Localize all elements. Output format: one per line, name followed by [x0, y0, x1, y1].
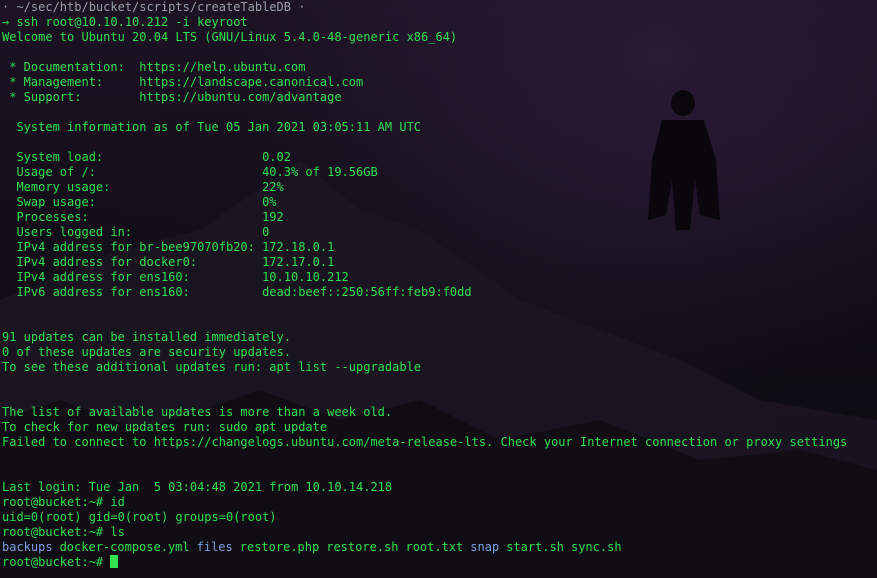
terminal-line: → ssh root@10.10.10.212 -i keyroot — [2, 15, 248, 29]
ls-file: start.sh — [506, 540, 564, 554]
terminal-line: Failed to connect to https://changelogs.… — [2, 435, 848, 449]
cursor — [110, 555, 119, 568]
terminal-line: * Support: https://ubuntu.com/advantage — [2, 90, 342, 104]
ls-file: restore.php — [239, 540, 320, 554]
terminal-line: System load: 0.02 — [2, 150, 291, 164]
ls-file: docker-compose.yml — [59, 540, 190, 554]
terminal-line: Processes: 192 — [2, 210, 284, 224]
terminal-line: root@bucket:~# ls — [2, 525, 125, 539]
terminal-line: IPv4 address for br-bee97070fb20: 172.18… — [2, 240, 335, 254]
ls-directory: files — [196, 540, 233, 554]
terminal-line: root@bucket:~# id — [2, 495, 125, 509]
terminal-line: Users logged in: 0 — [2, 225, 270, 239]
terminal-line: IPv4 address for ens160: 10.10.10.212 — [2, 270, 349, 284]
terminal-line: System information as of Tue 05 Jan 2021… — [2, 120, 422, 134]
output-lines: → ssh root@10.10.10.212 -i keyroot Welcom… — [2, 15, 847, 540]
ls-directory: backups — [2, 540, 53, 554]
terminal-line: To check for new updates run: sudo apt u… — [2, 420, 328, 434]
prompt-line[interactable]: root@bucket:~# — [2, 555, 847, 570]
terminal-line: Welcome to Ubuntu 20.04 LTS (GNU/Linux 5… — [2, 30, 458, 44]
terminal-line: * Management: https://landscape.canonica… — [2, 75, 364, 89]
terminal-line: Last login: Tue Jan 5 03:04:48 2021 from… — [2, 480, 393, 494]
terminal-line: * Documentation: https://help.ubuntu.com — [2, 60, 306, 74]
terminal-output[interactable]: · ~/sec/htb/bucket/scripts/createTableDB… — [2, 0, 847, 570]
terminal-line: To see these additional updates run: apt… — [2, 360, 422, 374]
terminal-line: 91 updates can be installed immediately. — [2, 330, 291, 344]
ls-output-line: backups docker-compose.yml files restore.ph… — [2, 540, 847, 555]
ls-file: sync.sh — [570, 540, 622, 554]
terminal-window[interactable]: · ~/sec/htb/bucket/scripts/createTableDB… — [0, 0, 877, 578]
ls-file: root.txt — [405, 540, 464, 554]
prompt-text: root@bucket:~# — [2, 555, 104, 569]
terminal-line: IPv6 address for ens160: dead:beef::250:… — [2, 285, 472, 299]
terminal-line: Usage of /: 40.3% of 19.56GB — [2, 165, 378, 179]
terminal-line: Memory usage: 22% — [2, 180, 284, 194]
terminal-line: The list of available updates is more th… — [2, 405, 393, 419]
terminal-line: 0 of these updates are security updates. — [2, 345, 291, 359]
terminal-line: Swap usage: 0% — [2, 195, 277, 209]
ls-file: restore.sh — [326, 540, 399, 554]
terminal-line: uid=0(root) gid=0(root) groups=0(root) — [2, 510, 277, 524]
title-line: · ~/sec/htb/bucket/scripts/createTableDB… — [2, 0, 306, 14]
ls-directory: snap — [470, 540, 500, 554]
terminal-line: IPv4 address for docker0: 172.17.0.1 — [2, 255, 335, 269]
